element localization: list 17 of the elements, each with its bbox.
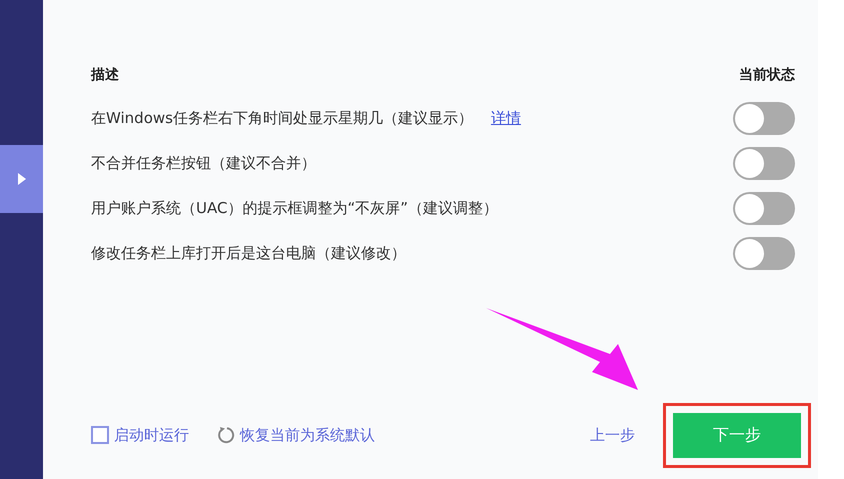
startup-checkbox[interactable]: 启动时运行 [91,426,189,444]
triangle-icon [18,173,26,185]
details-link[interactable]: 详情 [490,109,521,128]
option-label: 修改任务栏上库打开后是这台电脑（建议修改） [91,244,406,263]
toggle-switch[interactable] [733,192,795,225]
option-label: 用户账户系统（UAC）的提示框调整为“不灰屏”（建议调整） [91,199,498,218]
option-label: 在Windows任务栏右下角时间处显示星期几（建议显示） [91,109,473,128]
column-header: 当前状态 [739,66,795,84]
toggle-switch[interactable] [733,147,795,180]
toggle-switch[interactable] [733,102,795,135]
refresh-icon [217,426,235,444]
previous-button[interactable]: 上一步 [590,426,635,444]
toggle-switch[interactable] [733,237,795,270]
option-label: 不合并任务栏按钮（建议不合并） [91,154,316,173]
column-header: 描述 [91,66,119,84]
next-button[interactable]: 下一步 [673,412,801,458]
restore-button[interactable]: 恢复当前为系统默认 [217,426,375,444]
